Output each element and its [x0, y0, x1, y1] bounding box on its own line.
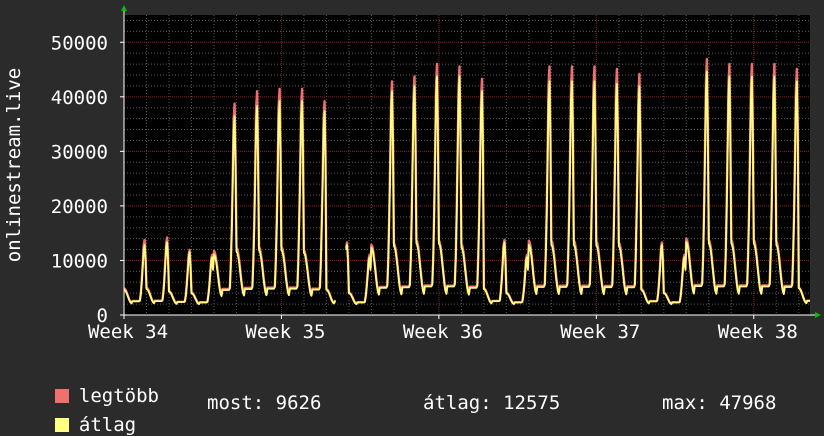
y-tick-label: 20000: [51, 196, 108, 218]
stat-atlag-value: 12575: [503, 392, 561, 414]
x-tick-label: Week 36: [403, 321, 483, 343]
y-tick-label: 30000: [51, 141, 108, 163]
y-tick-label: 40000: [51, 87, 108, 109]
stat-most-value: 9626: [275, 392, 322, 414]
stat-max-value: 47968: [719, 392, 777, 414]
y-axis-label: onlinestream.live: [3, 68, 25, 262]
stat-most-label: most:: [207, 392, 265, 414]
y-tick-label: 10000: [51, 250, 108, 272]
x-tick-label: Week 35: [245, 321, 325, 343]
stat-atlag-label: átlag:: [423, 392, 492, 414]
y-tick-label: 50000: [51, 32, 108, 54]
atlag-label: átlag: [78, 414, 137, 436]
x-tick-label: Week 38: [718, 321, 798, 343]
x-tick-label: Week 37: [560, 321, 640, 343]
stat-atlag: átlag: 12575: [423, 392, 560, 414]
stat-most: most: 9626: [207, 392, 321, 414]
stat-max: max: 47968: [662, 392, 776, 414]
x-tick-label: Week 34: [88, 321, 168, 343]
x-axis-arrow: [815, 312, 821, 318]
legend-item-atlag: átlag: [32, 392, 136, 436]
y-axis-arrow: [121, 5, 127, 11]
y-ticks: 01000020000300004000050000: [51, 32, 124, 327]
x-ticks: Week 34 Week 35 Week 36 Week 37 Week 38: [88, 315, 798, 343]
stat-max-label: max:: [662, 392, 708, 414]
